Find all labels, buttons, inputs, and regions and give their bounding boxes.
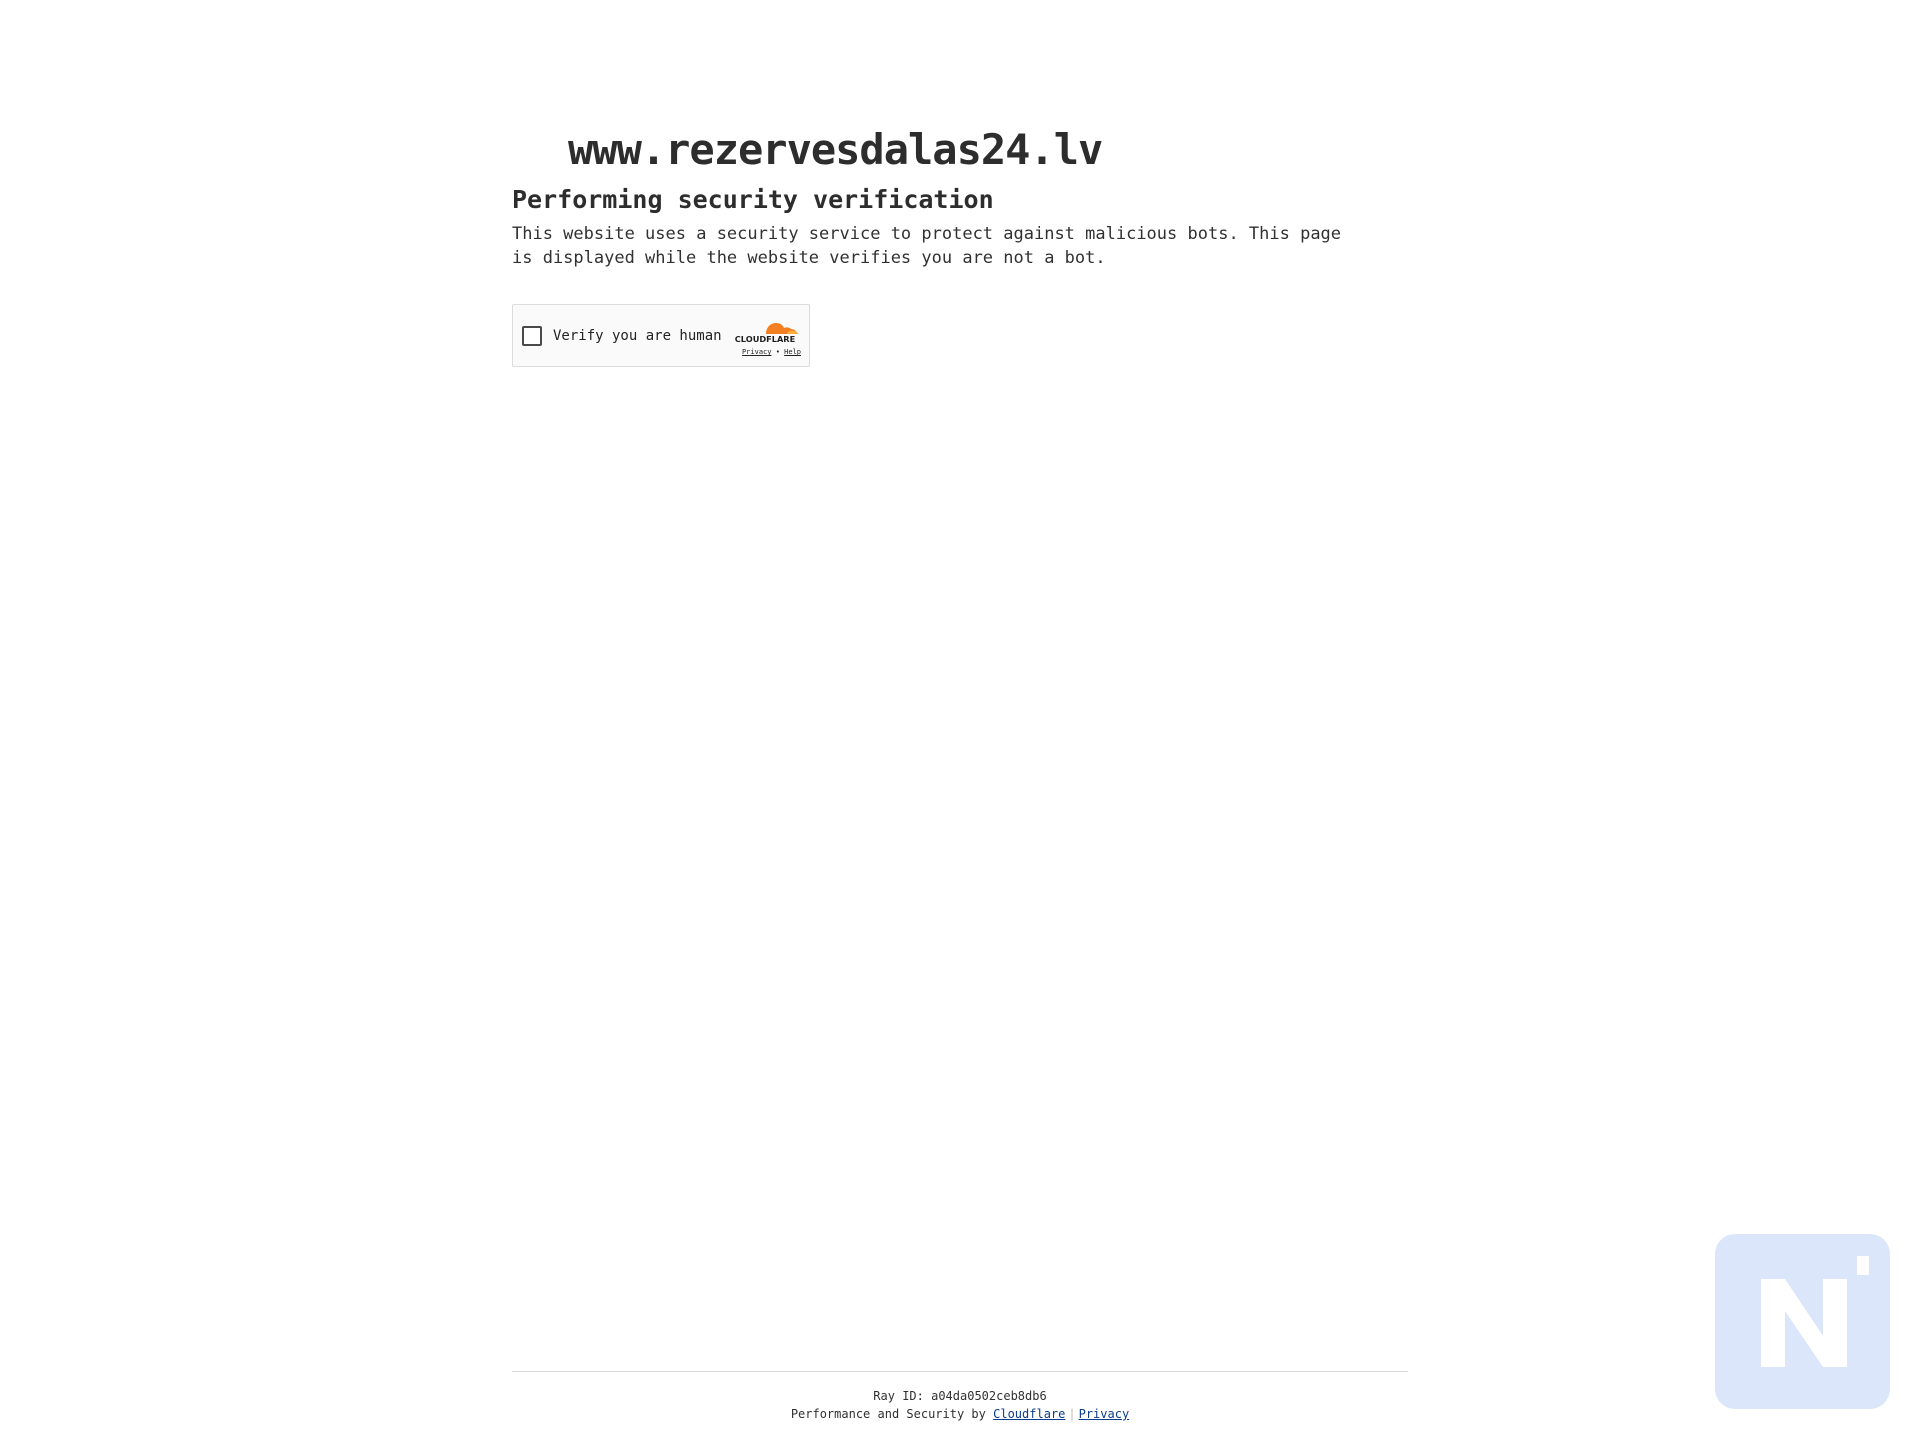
verify-checkbox[interactable] — [522, 326, 542, 346]
widget-links-separator: • — [775, 348, 780, 356]
cloudflare-logo-icon: CLOUDFLARE — [735, 323, 798, 344]
footer-separator: | — [1068, 1407, 1076, 1421]
widget-links: Privacy • Help — [742, 347, 801, 357]
widget-privacy-link[interactable]: Privacy — [742, 348, 772, 356]
verify-label: Verify you are human — [553, 328, 722, 344]
svg-text:CLOUDFLARE: CLOUDFLARE — [735, 334, 795, 344]
performance-text: Performance and Security by — [790, 1407, 986, 1421]
ray-id: Ray ID: a04da0502ceb8db6 — [873, 1389, 1047, 1403]
turnstile-widget[interactable]: Verify you are human CLOUDFLARE Privacy … — [512, 304, 810, 367]
performance-line: Performance and Security by Cloudflare | P… — [512, 1405, 1408, 1423]
cloudflare-link[interactable]: Cloudflare — [993, 1407, 1065, 1421]
page-description: This website uses a security service to … — [512, 224, 1342, 268]
widget-help-link[interactable]: Help — [784, 348, 801, 356]
footer-divider — [512, 1371, 1408, 1372]
page-heading: Performing security verification — [512, 185, 994, 214]
n-logo-icon — [1761, 1256, 1869, 1367]
privacy-link[interactable]: Privacy — [1079, 1407, 1130, 1421]
n-logo-badge[interactable] — [1715, 1234, 1890, 1409]
footer: Ray ID: a04da0502ceb8db6 Performance and… — [512, 1387, 1408, 1423]
challenge-page: www.rezervesdalas24.lv Performing securi… — [0, 0, 1920, 1440]
site-domain-title: www.rezervesdalas24.lv — [568, 125, 1103, 174]
